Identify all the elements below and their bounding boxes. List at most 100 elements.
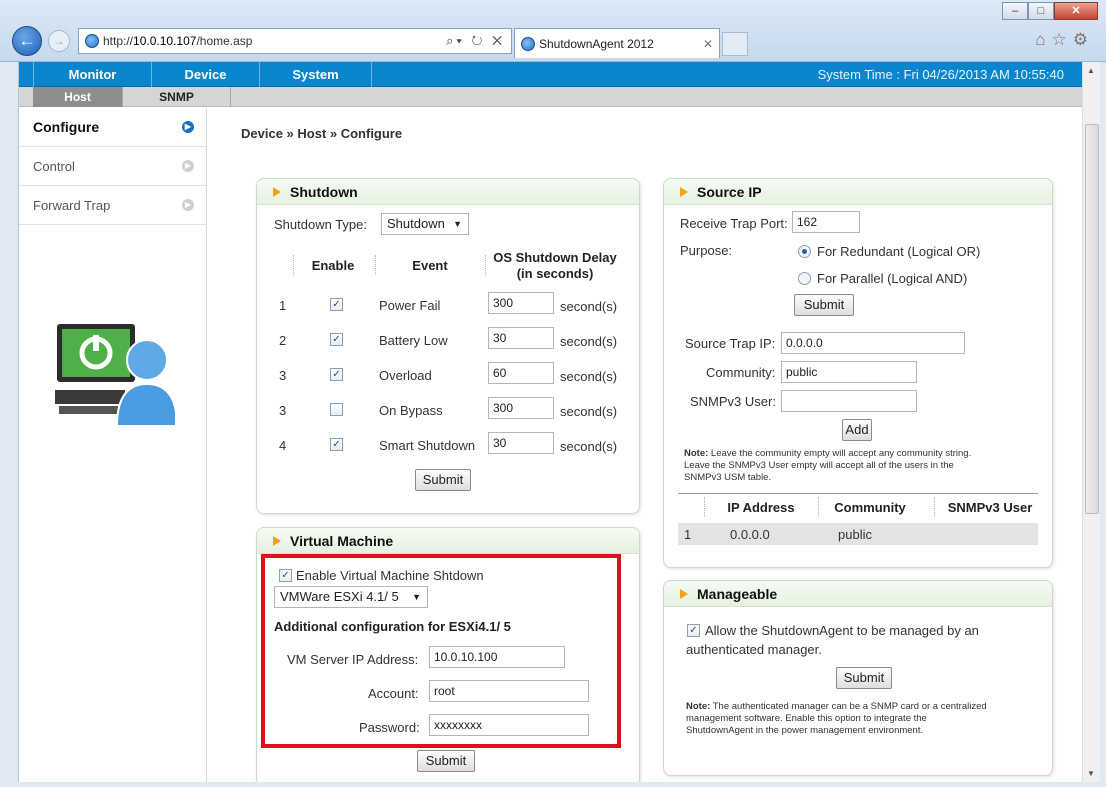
row-delay-input[interactable]: 300 [488, 397, 554, 419]
purpose-parallel-radio[interactable] [798, 272, 811, 285]
add-button[interactable]: Add [842, 419, 872, 441]
chevron-circle-right-icon: ▶ [182, 121, 194, 133]
scroll-down-icon[interactable]: ▼ [1087, 769, 1095, 778]
new-tab-button[interactable] [722, 32, 748, 56]
row-delay-input[interactable]: 30 [488, 432, 554, 454]
row-delay-unit: second(s) [560, 299, 618, 314]
shutdown-row: 2 ✓ Battery Low 30 second(s) [257, 326, 637, 356]
address-bar[interactable]: http://10.0.10.107/home.asp ⌕▾ ↻ ✕ [78, 28, 512, 54]
close-icon[interactable]: ✕ [1054, 2, 1098, 20]
sidebar-item-configure[interactable]: Configure ▶ [19, 108, 206, 147]
minimize-icon[interactable]: – [1002, 2, 1028, 20]
row-enable-checkbox[interactable] [330, 403, 343, 416]
row-delay-unit: second(s) [560, 404, 618, 419]
shutdown-panel: Shutdown Shutdown Type: Shutdown ▼ Enable… [256, 178, 640, 514]
tab-close-icon[interactable]: ✕ [703, 37, 713, 51]
shutdown-row: 4 ✓ Smart Shutdown 30 second(s) [257, 431, 637, 461]
row-number: 1 [279, 298, 287, 313]
snmpv3-user-label: SNMPv3 User: [690, 394, 776, 409]
address-url: http://10.0.10.107/home.asp [103, 34, 253, 48]
shutdown-row: 3 On Bypass 300 second(s) [257, 396, 637, 426]
vm-submit-button[interactable]: Submit [417, 750, 475, 772]
row-delay-unit: second(s) [560, 334, 618, 349]
column-divider [293, 255, 294, 275]
note-line: SNMPv3 USM table. [684, 472, 772, 483]
row-enable-checkbox[interactable]: ✓ [330, 298, 343, 311]
note-line: Leave the SNMPv3 User empty will accept … [684, 460, 954, 471]
sidebar-item-label: Control [33, 158, 75, 174]
triangle-right-icon [273, 186, 281, 197]
source-ip-submit-button[interactable]: Submit [794, 294, 854, 316]
col-event-header: Event [412, 258, 448, 273]
shutdown-submit-button[interactable]: Submit [415, 469, 471, 491]
maximize-icon[interactable]: □ [1028, 2, 1054, 20]
note-line: ShutdownAgent in the power management en… [686, 725, 924, 736]
table-divider [678, 493, 1038, 494]
shutdown-panel-header: Shutdown [257, 179, 639, 205]
page-scrollbar[interactable]: ▲ ▼ [1082, 62, 1100, 782]
top-nav: Monitor Device System System Time : Fri … [19, 62, 1082, 87]
sidebar-item-forward-trap[interactable]: Forward Trap ▶ [19, 186, 206, 225]
row-number: 3 [279, 368, 287, 383]
col-delay-unit-header: (in seconds) [516, 266, 594, 281]
scroll-thumb[interactable] [1085, 124, 1099, 514]
row-enable-checkbox[interactable]: ✓ [330, 368, 343, 381]
manageable-submit-button[interactable]: Submit [836, 667, 892, 689]
row-enable-checkbox[interactable]: ✓ [330, 333, 343, 346]
computer-user-icon [55, 324, 175, 427]
triangle-right-icon [680, 588, 688, 599]
row-delay-unit: second(s) [560, 369, 618, 384]
nav-device[interactable]: Device [152, 62, 260, 87]
row-delay-input[interactable]: 60 [488, 362, 554, 384]
forward-arrow-icon[interactable]: → [48, 30, 70, 52]
sidebar-item-control[interactable]: Control ▶ [19, 147, 206, 186]
nav-monitor[interactable]: Monitor [34, 62, 152, 87]
note-label: Note: [684, 448, 709, 459]
note-line: management software. Enable this option … [686, 713, 927, 724]
ip-row-community: public [838, 527, 872, 542]
gear-icon[interactable]: ⚙ [1073, 30, 1094, 49]
row-event: Overload [379, 368, 432, 383]
panel-title: Virtual Machine [290, 532, 394, 549]
subnav-snmp[interactable]: SNMP [123, 87, 231, 107]
row-enable-checkbox[interactable]: ✓ [330, 438, 343, 451]
allow-manage-label: Allow the ShutdownAgent to be managed by… [705, 623, 979, 638]
row-delay-input[interactable]: 300 [488, 292, 554, 314]
shutdown-type-select[interactable]: Shutdown ▼ [381, 213, 469, 235]
home-icon[interactable]: ⌂ [1035, 30, 1051, 49]
trap-port-input[interactable]: 162 [792, 211, 860, 233]
panel-title: Shutdown [290, 183, 358, 200]
nav-system[interactable]: System [260, 62, 372, 87]
window-controls: – □ ✕ [1002, 2, 1098, 20]
column-divider [934, 497, 935, 517]
row-delay-input[interactable]: 30 [488, 327, 554, 349]
ip-row-number: 1 [684, 527, 692, 542]
panel-title: Manageable [697, 585, 778, 602]
address-actions[interactable]: ⌕▾ ↻ ✕ [446, 33, 505, 49]
row-delay-unit: second(s) [560, 439, 618, 454]
browser-tab[interactable]: ShutdownAgent 2012 ✕ [514, 28, 720, 58]
chevron-circle-right-icon: ▶ [182, 160, 194, 172]
allow-manage-checkbox[interactable]: ✓ [687, 624, 700, 637]
source-trap-ip-input[interactable]: 0.0.0.0 [781, 332, 965, 354]
purpose-redundant-radio[interactable] [798, 245, 811, 258]
manageable-note: Note: The authenticated manager can be a… [686, 701, 1046, 737]
subnav-host[interactable]: Host [33, 87, 123, 107]
triangle-right-icon [680, 186, 688, 197]
star-icon[interactable]: ☆ [1052, 30, 1073, 49]
back-arrow-icon[interactable]: ← [12, 26, 42, 56]
row-event: On Bypass [379, 403, 443, 418]
community-label: Community: [706, 365, 776, 380]
sidebar-item-label: Forward Trap [33, 197, 111, 213]
row-event: Smart Shutdown [379, 438, 476, 453]
ip-table-row: 1 0.0.0.0 public [678, 523, 1038, 545]
purpose-label: Purpose: [680, 243, 733, 258]
shutdown-type-value: Shutdown [387, 216, 445, 231]
highlight-box [261, 554, 621, 748]
vm-panel-header: Virtual Machine [257, 528, 639, 554]
manageable-panel: Manageable ✓ Allow the ShutdownAgent to … [663, 580, 1053, 776]
col-snmpv3-header: SNMPv3 User [947, 500, 1033, 515]
snmpv3-user-input[interactable] [781, 390, 917, 412]
community-input[interactable]: public [781, 361, 917, 383]
scroll-up-icon[interactable]: ▲ [1087, 66, 1095, 75]
